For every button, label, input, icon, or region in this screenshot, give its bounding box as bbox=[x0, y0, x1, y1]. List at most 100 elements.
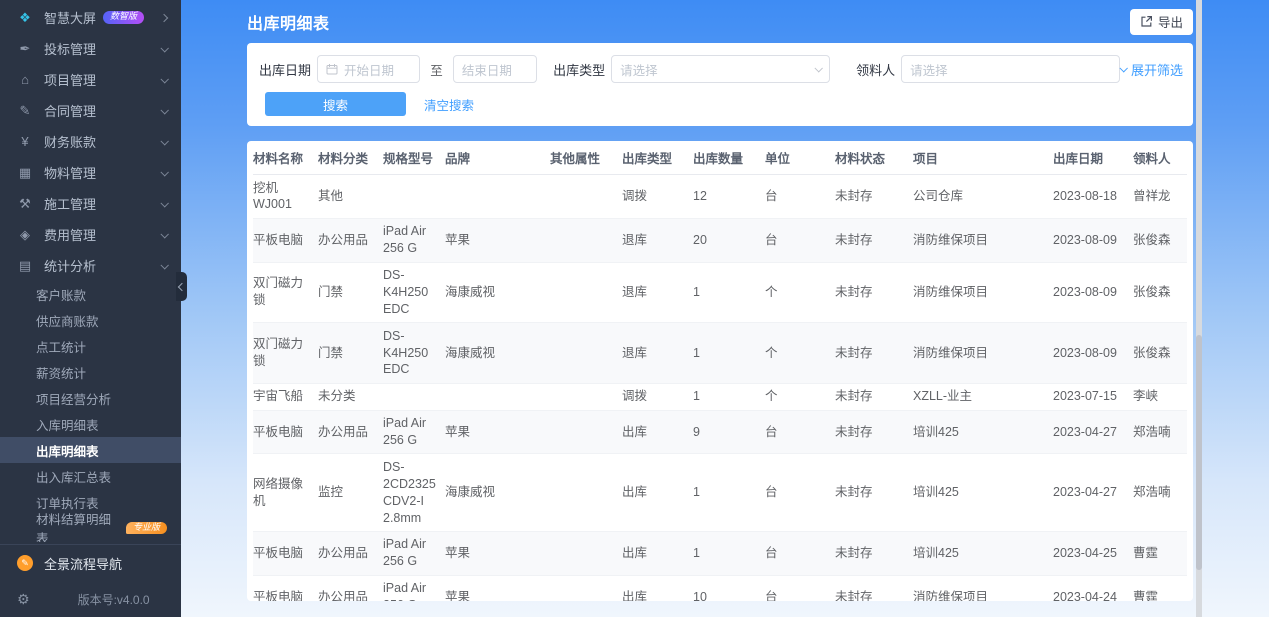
recipient-select[interactable]: 请选择 bbox=[901, 55, 1120, 83]
sidebar-subitem-供应商账款[interactable]: 供应商账款 bbox=[0, 307, 181, 333]
app-root: ❖ 智慧大屏 数智版 ✒ 投标管理 ⌂ 项目管理 ✎ 合同管理 ¥ 财务账款 ▦ 物料管理 ⚒ 施工管理 ◈ 费… bbox=[0, 0, 1269, 617]
column-header-材料状态: 材料状态 bbox=[835, 141, 913, 175]
sidebar-bottom: ✎ 全景流程导航 ⚙ 版本号:v4.0.0 bbox=[0, 544, 181, 617]
table-cell: 张俊森 bbox=[1133, 322, 1187, 384]
chevron-down-icon bbox=[814, 64, 824, 73]
scrollbar-thumb[interactable] bbox=[1196, 335, 1202, 570]
sidebar-collapse-handle[interactable] bbox=[176, 272, 187, 301]
sidebar-item-财务账款[interactable]: ¥ 财务账款 bbox=[0, 126, 181, 157]
table-cell: 公司仓库 bbox=[913, 174, 1053, 219]
sidebar-menu: ❖ 智慧大屏 数智版 ✒ 投标管理 ⌂ 项目管理 ✎ 合同管理 ¥ 财务账款 ▦ 物料管理 ⚒ 施工管理 ◈ 费… bbox=[0, 0, 181, 542]
table-cell: 台 bbox=[765, 575, 835, 601]
search-button[interactable]: 搜索 bbox=[265, 92, 406, 116]
table-cell: 20 bbox=[693, 218, 765, 263]
end-date-placeholder: 结束日期 bbox=[461, 63, 512, 78]
sidebar-subitem-薪资统计[interactable]: 薪资统计 bbox=[0, 359, 181, 385]
chevron-down-icon bbox=[1119, 64, 1128, 73]
sidebar-item-panorama-nav[interactable]: ✎ 全景流程导航 bbox=[0, 545, 181, 581]
table-cell: 1 bbox=[693, 322, 765, 384]
sidebar-item-投标管理[interactable]: ✒ 投标管理 bbox=[0, 33, 181, 64]
table-cell: 平板电脑 bbox=[253, 410, 318, 455]
export-button[interactable]: 导出 bbox=[1129, 8, 1193, 35]
sidebar-item-label: 统计分析 bbox=[44, 259, 97, 274]
clear-search-link[interactable]: 清空搜索 bbox=[424, 95, 474, 114]
sidebar-subitem-项目经营分析[interactable]: 项目经营分析 bbox=[0, 385, 181, 411]
table-cell: 出库 bbox=[622, 531, 693, 576]
table-cell: 2023-04-27 bbox=[1053, 410, 1133, 455]
table-cell: 张俊森 bbox=[1133, 218, 1187, 263]
table-cell: XZLL-业主 bbox=[913, 383, 1053, 411]
table-row: 双门磁力锁 门禁 DS-K4H250 EDC 海康威视 退库 1 个未封存 消防维保项目 202… bbox=[253, 322, 1187, 384]
sidebar-item-智慧大屏[interactable]: ❖ 智慧大屏 数智版 bbox=[0, 2, 181, 33]
sidebar-subitem-label: 点工统计 bbox=[36, 340, 87, 355]
sidebar-item-label: 费用管理 bbox=[44, 228, 97, 243]
sidebar-item-统计分析[interactable]: ▤ 统计分析 bbox=[0, 250, 181, 281]
table-row: 宇宙飞船 未分类 调拨 1 个未封存 XZLL-业主 2023-07-15 李峡 bbox=[253, 383, 1187, 411]
column-header-项目: 项目 bbox=[913, 141, 1053, 175]
expand-filters-link[interactable]: 展开筛选 bbox=[1119, 60, 1183, 79]
table-cell bbox=[550, 410, 622, 455]
outbound-detail-table: 材料名称 材料分类 规格型号 品牌 其他属性 出库类型 出库数量 单位 材料状态 项目 出库日期 领料… bbox=[253, 141, 1187, 601]
end-date-input[interactable]: 结束日期 bbox=[452, 55, 538, 83]
version-badge: 数智版 bbox=[103, 11, 145, 24]
table-cell: 2023-04-24 bbox=[1053, 575, 1133, 601]
export-button-label: 导出 bbox=[1157, 16, 1183, 30]
table-cell: 未封存 bbox=[835, 531, 913, 576]
sidebar-item-费用管理[interactable]: ◈ 费用管理 bbox=[0, 219, 181, 250]
table-cell: 监控 bbox=[318, 453, 383, 532]
table-cell: 台 bbox=[765, 410, 835, 455]
outbound-type-placeholder: 请选择 bbox=[620, 63, 658, 78]
table-cell bbox=[550, 322, 622, 384]
table-cell: 10 bbox=[693, 575, 765, 601]
export-icon bbox=[1141, 16, 1152, 27]
sidebar-subitem-点工统计[interactable]: 点工统计 bbox=[0, 333, 181, 359]
table-cell: 平板电脑 bbox=[253, 531, 318, 576]
table-row: 网络摄像机 监控 DS-2CD2325CDV2-I 2.8mm 海康威视 出库 1 台未封存… bbox=[253, 453, 1187, 532]
sidebar-subitem-出入库汇总表[interactable]: 出入库汇总表 bbox=[0, 463, 181, 489]
table-cell: 消防维保项目 bbox=[913, 218, 1053, 263]
table-cell bbox=[550, 218, 622, 263]
sidebar-item-项目管理[interactable]: ⌂ 项目管理 bbox=[0, 64, 181, 95]
sidebar-item-物料管理[interactable]: ▦ 物料管理 bbox=[0, 157, 181, 188]
chevron-down-icon bbox=[160, 198, 169, 208]
table-cell: 2023-08-09 bbox=[1053, 262, 1133, 324]
column-header-品牌: 品牌 bbox=[445, 141, 550, 175]
table-cell: 网络摄像机 bbox=[253, 453, 318, 532]
table-cell: 未封存 bbox=[835, 575, 913, 601]
table-cell: 办公用品 bbox=[318, 218, 383, 263]
gear-icon[interactable]: ⚙ bbox=[17, 591, 30, 608]
project-icon: ⌂ bbox=[21, 72, 29, 87]
table-cell: DS-2CD2325CDV2-I 2.8mm bbox=[383, 453, 445, 532]
table-cell: 门禁 bbox=[318, 322, 383, 384]
table-cell: 调拨 bbox=[622, 174, 693, 219]
table-cell: 平板电脑 bbox=[253, 575, 318, 601]
sidebar-subitem-客户账款[interactable]: 客户账款 bbox=[0, 281, 181, 307]
table-cell: 郑浩喃 bbox=[1133, 453, 1187, 532]
table-header-row: 材料名称 材料分类 规格型号 品牌 其他属性 出库类型 出库数量 单位 材料状态 项目 出库日期 领料… bbox=[253, 141, 1187, 175]
sidebar-item-施工管理[interactable]: ⚒ 施工管理 bbox=[0, 188, 181, 219]
start-date-input[interactable]: 开始日期 bbox=[317, 55, 421, 83]
table-cell: 台 bbox=[765, 174, 835, 219]
table-cell: 消防维保项目 bbox=[913, 322, 1053, 384]
table-row: 平板电脑 办公用品 iPad Air 256 G 苹果 退库 20 台未封存 消防维保项目 20… bbox=[253, 218, 1187, 263]
table-cell: iPad Air 256 G bbox=[383, 531, 445, 576]
table-cell: 出库 bbox=[622, 575, 693, 601]
table-cell: 培训425 bbox=[913, 410, 1053, 455]
table-cell: 12 bbox=[693, 174, 765, 219]
scrollbar-track[interactable] bbox=[1196, 0, 1202, 617]
table-cell: 退库 bbox=[622, 218, 693, 263]
sidebar-item-合同管理[interactable]: ✎ 合同管理 bbox=[0, 95, 181, 126]
table-cell: 退库 bbox=[622, 262, 693, 324]
table-cell: 宇宙飞船 bbox=[253, 383, 318, 411]
chevron-right-icon bbox=[159, 13, 169, 22]
table-row: 平板电脑 办公用品 iPad Air 256 G 苹果 出库 9 台未封存 培训425 2023… bbox=[253, 410, 1187, 455]
table-cell: 曹霆 bbox=[1133, 575, 1187, 601]
chevron-down-icon bbox=[160, 260, 169, 270]
table-cell: 培训425 bbox=[913, 531, 1053, 576]
sidebar-subitem-出库明细表[interactable]: 出库明细表 bbox=[0, 437, 181, 463]
sidebar-subitem-材料结算明细表[interactable]: 材料结算明细表 专业版 bbox=[0, 513, 181, 542]
outbound-type-select[interactable]: 请选择 bbox=[611, 55, 831, 83]
table-cell bbox=[550, 383, 622, 411]
sidebar-subitem-入库明细表[interactable]: 入库明细表 bbox=[0, 411, 181, 437]
table-cell: 2023-08-09 bbox=[1053, 218, 1133, 263]
